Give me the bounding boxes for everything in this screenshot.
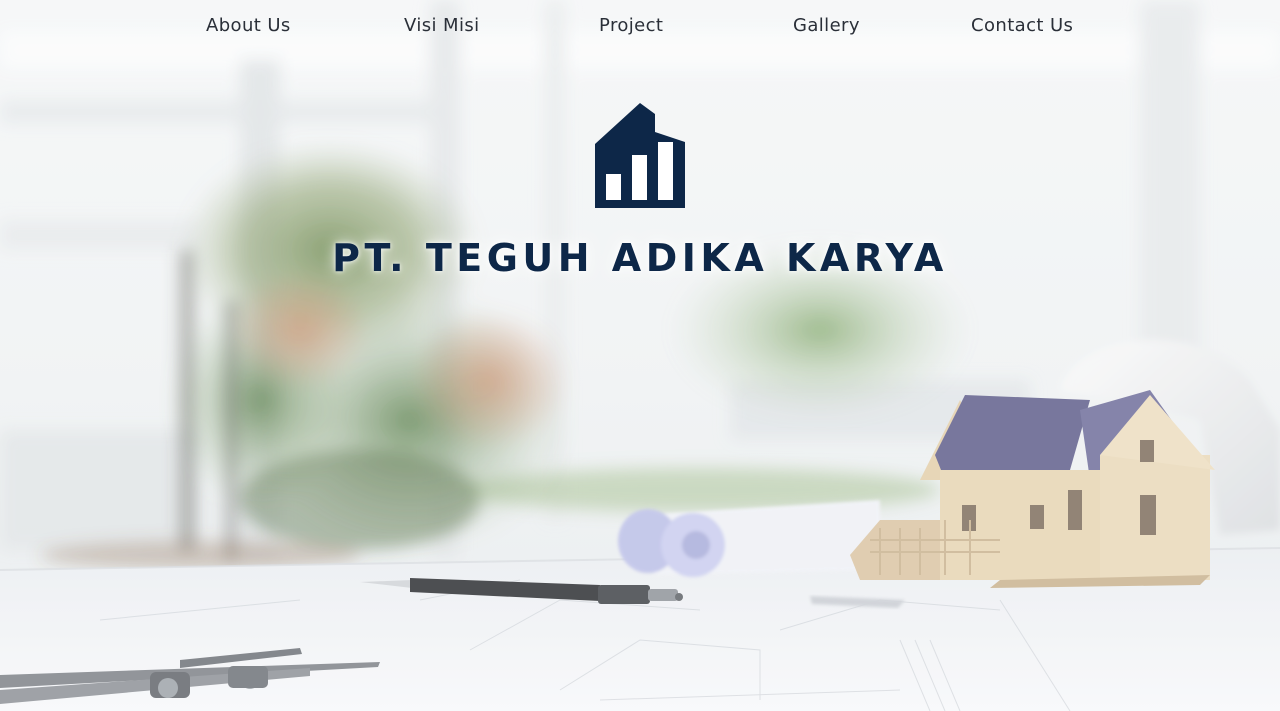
nav-gallery[interactable]: Gallery: [793, 15, 860, 36]
nav-about-us[interactable]: About Us: [206, 15, 291, 36]
nav-visi-misi[interactable]: Visi Misi: [404, 15, 480, 36]
company-logo: [594, 102, 686, 210]
building-chart-icon: [595, 103, 685, 208]
nav-project[interactable]: Project: [599, 15, 663, 36]
top-navigation: About Us Visi Misi Project Gallery Conta…: [0, 0, 1280, 56]
company-name: PT. TEGUH ADIKA KARYA: [332, 236, 948, 280]
nav-contact-us[interactable]: Contact Us: [971, 15, 1073, 36]
